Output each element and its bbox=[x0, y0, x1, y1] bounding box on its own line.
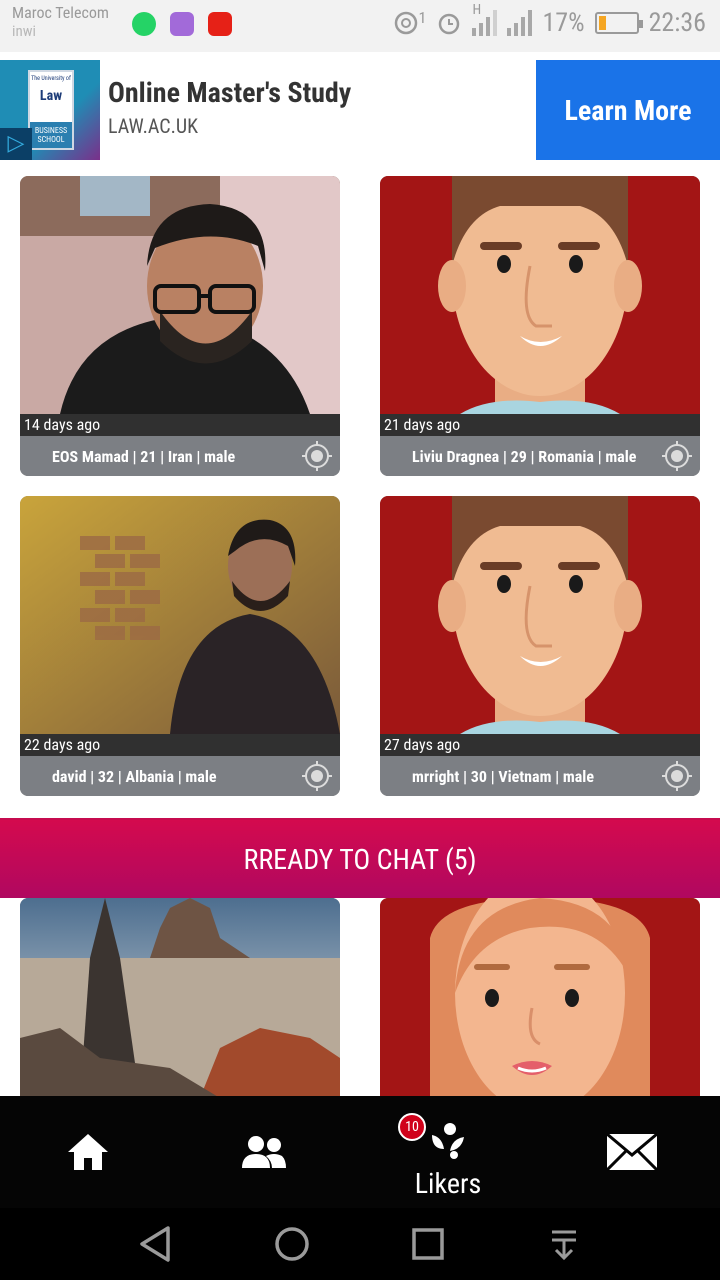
clock: 22:36 bbox=[648, 8, 706, 38]
nav-home[interactable] bbox=[48, 1096, 128, 1208]
learn-more-button[interactable]: Learn More bbox=[536, 60, 720, 160]
status-bar: Maroc Telecom inwi 1 H 17% 22:36 bbox=[0, 0, 720, 52]
last-seen: 22 days ago bbox=[20, 734, 340, 756]
last-seen: 27 days ago bbox=[380, 734, 700, 756]
default-male-avatar bbox=[380, 176, 700, 414]
profile-photo bbox=[20, 496, 340, 734]
nav-messages[interactable] bbox=[596, 1096, 668, 1208]
profile-card[interactable]: 14 days ago EOS Mamad | 21 | Iran | male bbox=[20, 176, 340, 476]
network-type: H bbox=[472, 2, 482, 18]
bottom-nav: 10 Likers bbox=[0, 1096, 720, 1208]
likers-icon bbox=[432, 1122, 464, 1159]
gallery-icon bbox=[170, 12, 194, 36]
battery-icon bbox=[594, 12, 643, 34]
default-female-avatar bbox=[380, 898, 700, 1098]
likers-icon-wrap: 10 bbox=[398, 1112, 468, 1165]
profile-info: david | 32 | Albania | male bbox=[20, 756, 340, 796]
mail-icon bbox=[606, 1133, 658, 1171]
signal-bars-2-icon bbox=[507, 10, 533, 36]
likers-badge: 10 bbox=[398, 1112, 426, 1141]
notification-icons bbox=[132, 12, 232, 36]
sim-index: 1 bbox=[418, 7, 427, 27]
status-right: 1 H 17% 22:36 bbox=[391, 2, 706, 38]
download-icon[interactable] bbox=[544, 1224, 584, 1264]
location-target-icon[interactable] bbox=[302, 761, 332, 791]
law-logo-box: The University of Law BUSINESS SCHOOL bbox=[28, 70, 74, 150]
logo-top-text: The University of bbox=[31, 75, 71, 82]
people-icon bbox=[242, 1136, 286, 1168]
nav-likers[interactable]: 10 Likers bbox=[398, 1096, 498, 1208]
profile-photo bbox=[20, 898, 340, 1098]
last-seen: 21 days ago bbox=[380, 414, 700, 436]
youtube-icon bbox=[208, 12, 232, 36]
profile-card[interactable] bbox=[380, 898, 700, 1098]
profile-photo bbox=[20, 176, 340, 414]
profile-info: Liviu Dragnea | 29 | Romania | male bbox=[380, 436, 700, 476]
carrier-info: Maroc Telecom inwi bbox=[12, 3, 109, 41]
likers-label: Likers bbox=[414, 1166, 482, 1200]
ready-to-chat-header[interactable]: RREADY TO CHAT (5) bbox=[0, 818, 720, 898]
ad-choices-icon[interactable]: ▷ bbox=[0, 128, 32, 160]
back-icon[interactable] bbox=[136, 1224, 176, 1264]
logo-bottom-text: BUSINESS SCHOOL bbox=[30, 122, 72, 148]
carrier-secondary: inwi bbox=[12, 22, 36, 40]
logo-law-text: Law bbox=[39, 88, 63, 104]
last-seen: 14 days ago bbox=[20, 414, 340, 436]
carrier-primary: Maroc Telecom bbox=[12, 3, 109, 22]
ad-banner[interactable]: The University of Law BUSINESS SCHOOL ▷ … bbox=[0, 60, 720, 160]
system-nav-bar bbox=[0, 1208, 720, 1280]
ad-title[interactable]: Online Master's Study bbox=[108, 76, 351, 109]
alarm-icon bbox=[439, 13, 460, 35]
signal-1: H bbox=[472, 2, 498, 36]
sync-icon bbox=[394, 11, 417, 35]
profile-card[interactable]: 21 days ago Liviu Dragnea | 29 | Romania… bbox=[380, 176, 700, 476]
whatsapp-icon bbox=[132, 12, 156, 36]
profile-info: mrright | 30 | Vietnam | male bbox=[380, 756, 700, 796]
recents-icon[interactable] bbox=[408, 1224, 448, 1264]
battery-percent: 17% bbox=[542, 8, 585, 38]
profile-card[interactable] bbox=[20, 898, 340, 1098]
default-male-avatar bbox=[380, 496, 700, 734]
ad-url[interactable]: LAW.AC.UK bbox=[108, 114, 198, 138]
location-target-icon[interactable] bbox=[302, 441, 332, 471]
profile-info: EOS Mamad | 21 | Iran | male bbox=[20, 436, 340, 476]
home-icon bbox=[68, 1134, 108, 1170]
nav-people[interactable] bbox=[222, 1096, 306, 1208]
location-target-icon[interactable] bbox=[662, 761, 692, 791]
location-target-icon[interactable] bbox=[662, 441, 692, 471]
profile-card[interactable]: 27 days ago mrright | 30 | Vietnam | mal… bbox=[380, 496, 700, 796]
ad-logo: The University of Law BUSINESS SCHOOL ▷ bbox=[0, 60, 100, 160]
home-circle-icon[interactable] bbox=[272, 1224, 312, 1264]
profile-card[interactable]: 22 days ago david | 32 | Albania | male bbox=[20, 496, 340, 796]
